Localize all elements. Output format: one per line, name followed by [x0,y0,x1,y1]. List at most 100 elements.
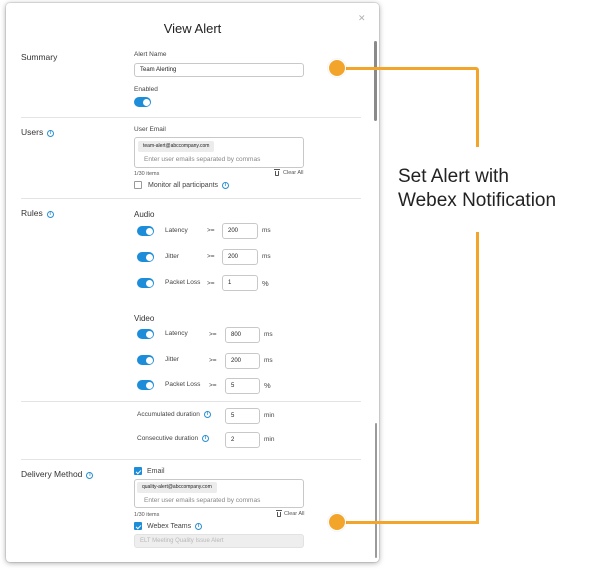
clear-all-users-button[interactable]: Clear All [274,168,304,176]
summary-section-label: Summary [21,52,58,62]
divider [21,117,361,118]
audio-jitter-unit: ms [262,253,271,260]
callout-line-1: Set Alert with [398,166,509,187]
user-email-count: 1/30 items [134,171,160,177]
delivery-email-input[interactable]: quality-alert@abccompany.com Enter user … [134,479,304,508]
trash-icon [274,168,280,176]
audio-packet-loss-label: Packet Loss [165,279,201,286]
dialog-title: View Alert [163,21,222,36]
alert-name-value: Team Alerting [140,67,177,73]
accumulated-duration-unit: min [264,412,275,419]
video-latency-value: 800 [231,332,242,338]
info-icon[interactable]: i [195,522,203,530]
webex-space-input: ELT Meeting Quality Issue Alert [134,534,304,548]
monitor-checkbox[interactable] [134,181,142,189]
email-option-label: Email [147,467,165,475]
clear-all-label: Clear All [283,170,304,176]
divider [21,198,361,199]
monitor-all-participants[interactable]: Monitor all participants i [134,181,230,189]
accumulated-duration-text: Accumulated duration [137,411,200,418]
info-icon[interactable]: i [222,181,230,189]
callout-connector-top [340,67,476,70]
audio-packet-loss-toggle[interactable] [137,278,154,288]
alert-name-label: Alert Name [134,51,167,58]
video-packet-loss-toggle[interactable] [137,380,154,390]
scrollbar-thumb[interactable] [374,41,377,121]
enabled-toggle[interactable] [134,97,151,107]
monitor-label: Monitor all participants [148,181,219,189]
audio-latency-value: 200 [228,228,239,234]
audio-latency-unit: ms [262,227,271,234]
info-icon[interactable]: i [86,472,94,479]
video-jitter-operator: >= [209,357,217,364]
divider [21,401,361,402]
audio-packet-loss-input[interactable]: 1 [222,275,258,291]
video-latency-toggle[interactable] [137,329,154,339]
email-option[interactable]: Email [134,467,165,475]
delivery-email-count: 1/30 items [134,512,160,518]
info-icon[interactable]: i [46,211,54,218]
clear-all-delivery-button[interactable]: Clear All [276,509,305,517]
info-icon[interactable]: i [203,411,211,418]
audio-jitter-operator: >= [207,253,215,260]
clear-all-label: Clear All [284,511,305,517]
video-packet-loss-operator: >= [209,382,217,389]
rules-label-text: Rules [21,208,43,218]
webex-space-value: ELT Meeting Quality Issue Alert [140,538,224,544]
audio-jitter-input[interactable]: 200 [222,249,258,265]
audio-packet-loss-operator: >= [207,280,215,287]
accumulated-duration-label: Accumulated duration i [137,411,211,418]
scrollbar-thumb-lower[interactable] [375,423,377,558]
audio-latency-operator: >= [207,227,215,234]
users-label-text: Users [21,127,44,137]
email-chip[interactable]: quality-alert@abccompany.com [137,482,217,493]
audio-jitter-toggle[interactable] [137,252,154,262]
video-latency-label: Latency [165,330,188,337]
webex-teams-option[interactable]: Webex Teams i [134,522,203,530]
consecutive-duration-input[interactable]: 2 [225,432,260,448]
audio-latency-toggle[interactable] [137,226,154,236]
enabled-label: Enabled [134,86,158,93]
accumulated-duration-input[interactable]: 5 [225,408,260,424]
users-section-label: Users i [21,127,55,137]
video-latency-input[interactable]: 800 [225,327,260,343]
consecutive-duration-unit: min [264,436,275,443]
close-icon[interactable]: ✕ [358,13,366,24]
rules-section-label: Rules i [21,208,54,218]
callout-connector-bottom-vertical [476,232,479,524]
user-email-placeholder: Enter user emails separated by commas [144,156,261,163]
info-icon[interactable]: i [47,130,55,137]
video-packet-loss-label: Packet Loss [165,381,201,388]
callout-line-2: Webex Notification [398,190,557,211]
callout-dot-bottom [328,513,346,531]
audio-latency-input[interactable]: 200 [222,223,258,239]
webex-teams-checkbox[interactable] [134,522,142,530]
audio-packet-loss-unit: % [262,279,269,288]
consecutive-duration-text: Consecutive duration [137,435,199,442]
delivery-method-label-text: Delivery Method [21,469,83,479]
email-chip[interactable]: team-alert@abccompany.com [138,141,215,152]
info-icon[interactable]: i [202,435,210,442]
email-checkbox[interactable] [134,467,142,475]
delivery-email-placeholder: Enter user emails separated by commas [144,497,261,504]
video-jitter-input[interactable]: 200 [225,353,260,369]
alert-name-input[interactable]: Team Alerting [134,63,304,77]
video-jitter-value: 200 [231,358,242,364]
view-alert-dialog: View Alert ✕ Summary Alert Name Team Ale… [6,3,379,562]
callout-dot-top [328,59,346,77]
audio-jitter-label: Jitter [165,253,180,260]
accumulated-duration-value: 5 [231,413,235,419]
video-packet-loss-input[interactable]: 5 [225,378,260,394]
divider [21,459,361,460]
video-jitter-toggle[interactable] [137,355,154,365]
video-jitter-unit: ms [264,357,273,364]
video-packet-loss-value: 5 [231,383,235,389]
audio-jitter-value: 200 [228,254,239,260]
video-heading: Video [134,314,155,323]
video-latency-operator: >= [209,331,217,338]
user-email-input[interactable]: team-alert@abccompany.com Enter user ema… [134,137,304,168]
user-email-label: User Email [134,126,166,133]
trash-icon [276,509,282,517]
audio-latency-label: Latency [165,227,188,234]
video-jitter-label: Jitter [165,356,180,363]
